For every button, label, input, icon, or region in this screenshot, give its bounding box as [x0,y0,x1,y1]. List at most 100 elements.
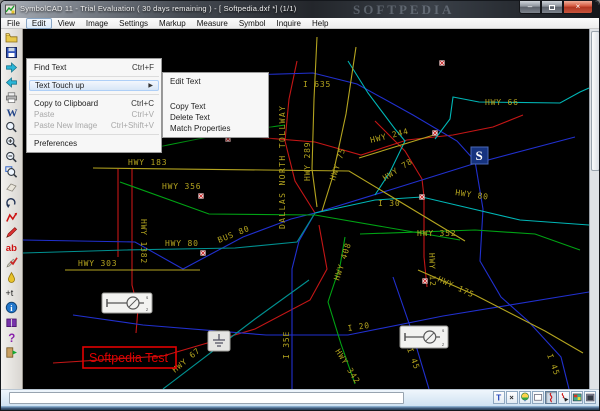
freehand-button-icon [546,391,556,404]
page-next-button[interactable] [3,60,21,75]
page-prev-button[interactable] [3,75,21,90]
submenu-item-match-properties[interactable]: Match Properties [163,123,268,134]
redline-pencil-button[interactable] [3,225,21,240]
menu-help[interactable]: Help [307,18,333,29]
map-label-hwy-183[interactable]: HWY 183 [128,158,167,167]
text-size-button[interactable]: +t [3,285,21,300]
map-label-dallas-north-tollway[interactable]: DALLAS NORTH TOLLWAY [278,105,287,229]
minimize-button[interactable]: – [519,1,541,14]
menu-file[interactable]: File [2,18,25,29]
manual-book-icon [5,316,18,329]
svg-text:+t: +t [6,288,14,298]
window-button[interactable] [584,391,596,404]
exit-door-button[interactable] [3,345,21,360]
app-window: SymbolCAD 11 - Trial Evaluation ( 30 day… [0,0,600,411]
save-floppy-button[interactable] [3,45,21,60]
map-label-hwy-303[interactable]: HWY 303 [78,259,117,268]
zoom-window-icon [5,166,18,179]
window-controls: – × [519,1,593,14]
maximize-button[interactable] [541,1,563,14]
info-button[interactable]: i [3,300,21,315]
zoom-in-icon [5,136,18,149]
maximize-icon [549,5,555,10]
ink-tool-icon [5,271,18,284]
menu-separator [29,134,159,135]
page-next-icon [5,61,18,74]
open-folder-button[interactable] [3,30,21,45]
svg-text:ab: ab [6,243,17,254]
text-tool-icon: ab [5,241,18,254]
window-title: SymbolCAD 11 - Trial Evaluation ( 30 day… [20,4,296,13]
map-label-hwy-80[interactable]: HWY 80 [165,239,199,248]
text-tool-button[interactable]: ab [3,240,21,255]
submenu-item-copy-text[interactable]: Copy Text [163,101,268,112]
menu-item-copy-to-clipboard[interactable]: Copy to ClipboardCtrl+C [27,98,161,109]
page-prev-icon [5,76,18,89]
redline-route-icon [5,211,18,224]
menu-item-label: Text Touch up [35,81,84,90]
zoom-in-button[interactable] [3,135,21,150]
title-bar[interactable]: SymbolCAD 11 - Trial Evaluation ( 30 day… [1,1,599,18]
menu-markup[interactable]: Markup [154,18,191,29]
map-label-hwy-356[interactable]: HWY 356 [162,182,201,191]
submenu-item-delete-text[interactable]: Delete Text [163,112,268,123]
text-size-icon: +t [5,286,18,299]
menu-item-text-touch-up[interactable]: Text Touch up▶ [29,80,159,91]
status-toolbar: T× [493,391,596,404]
freehand-button[interactable] [545,391,557,404]
print-button[interactable] [3,90,21,105]
zoom-button[interactable] [3,120,21,135]
menu-inquire[interactable]: Inquire [272,18,306,29]
menu-image[interactable]: Image [81,18,113,29]
submenu-item-label: Edit Text [170,77,201,86]
undo-button[interactable] [3,195,21,210]
softpedia-stamp-text: Softpedia Test [89,351,169,365]
submenu-spacer [163,87,268,101]
ink-tool-button[interactable] [3,270,21,285]
freehand-select-button[interactable] [558,391,570,404]
frame-button[interactable] [532,391,544,404]
submenu-item-label: Match Properties [170,124,230,133]
menu-measure[interactable]: Measure [192,18,233,29]
close-button[interactable]: × [563,1,593,14]
spellcheck-button[interactable] [3,255,21,270]
map-label-i-635[interactable]: I 635 [303,80,331,89]
zoom-window-button[interactable] [3,165,21,180]
status-input[interactable] [9,392,404,404]
word-export-button[interactable]: W [3,105,21,120]
manual-book-button[interactable] [3,315,21,330]
info-icon: i [5,301,18,314]
submenu-item-edit-text[interactable]: Edit Text [163,76,268,87]
submenu-item-label: Copy Text [170,102,205,111]
help-button[interactable]: ? [3,330,21,345]
image-button[interactable] [571,391,583,404]
zoom-out-button[interactable] [3,150,21,165]
app-icon [5,4,16,15]
menu-view[interactable]: View [53,18,80,29]
map-label-hwy-352[interactable]: HWY 352 [417,229,456,238]
open-folder-icon [5,31,18,44]
status-bar: T× [1,389,600,406]
menu-settings[interactable]: Settings [114,18,153,29]
map-label-hwy-66[interactable]: HWY 66 [485,98,519,107]
map-label-hwy-1382[interactable]: HWY 1382 [139,219,148,264]
menu-item-paste-new-image: Paste New ImageCtrl+Shift+V [27,120,161,131]
frame-button-icon [533,391,543,404]
spellcheck-icon [5,256,18,269]
menu-symbol[interactable]: Symbol [234,18,271,29]
menu-edit[interactable]: Edit [26,18,52,29]
map-label-i-35e[interactable]: I 35E [282,331,291,359]
scrollbar-thumb[interactable] [591,31,600,171]
redline-route-button[interactable] [3,210,21,225]
map-label-hwy-289[interactable]: HWY 289 [303,142,312,181]
menu-item-preferences[interactable]: Preferences [27,138,161,149]
menu-item-label: Paste New Image [34,121,97,130]
menu-item-find-text[interactable]: Find TextCtrl+F [27,62,161,73]
main-area: Wab+ti? I 635HWY 66HWY 348HWY 244HWY 183… [1,29,600,389]
delete-annotation-button[interactable]: × [506,391,518,404]
balloon-button[interactable] [519,391,531,404]
text-annotation-button[interactable]: T [493,391,505,404]
vertical-scrollbar[interactable] [589,29,600,389]
eraser-button[interactable] [3,180,21,195]
map-label-i-30[interactable]: I 30 [378,199,400,208]
